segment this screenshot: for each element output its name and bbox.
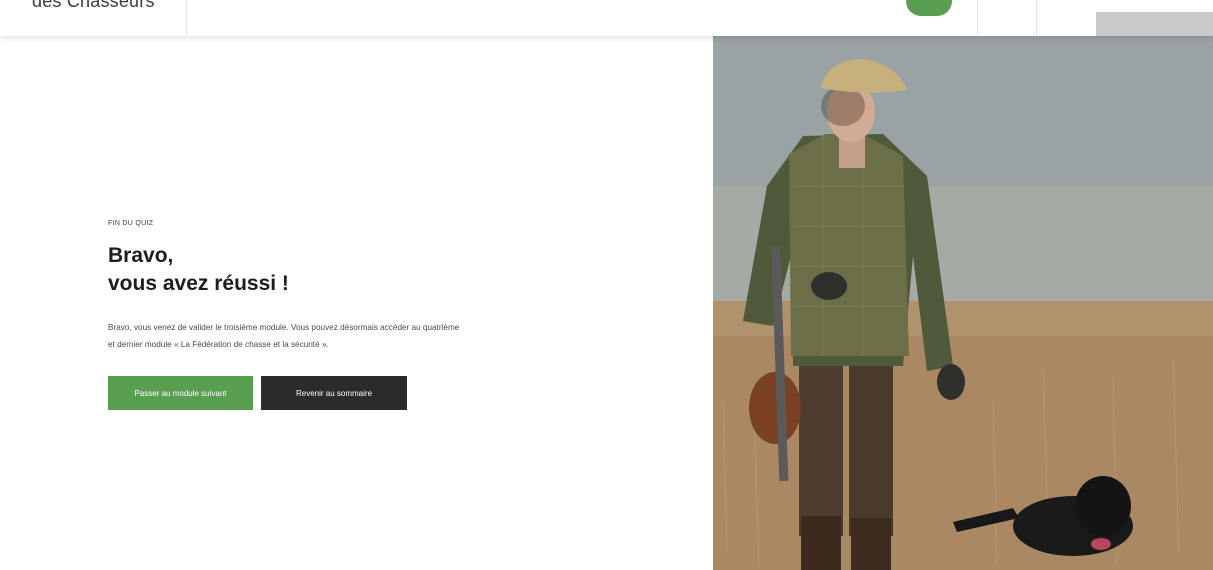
header-divider xyxy=(1036,0,1037,36)
back-to-summary-button[interactable]: Revenir au sommaire xyxy=(261,376,407,410)
quiz-result-title: Bravo, vous avez réussi ! xyxy=(104,242,289,298)
next-module-button[interactable]: Passer au module suivant xyxy=(108,376,253,410)
title-highlight: Bravo, xyxy=(104,242,177,270)
site-header: des Chasseurs xyxy=(0,0,1213,36)
body-line: et dernier module « La Fédération de cha… xyxy=(108,340,329,349)
quiz-result-text: Bravo, vous venez de valider le troisièm… xyxy=(108,319,578,353)
header-divider xyxy=(186,0,187,36)
header-menu-block[interactable] xyxy=(1096,12,1213,36)
title-rest: vous avez réussi ! xyxy=(108,272,289,295)
header-divider xyxy=(977,0,978,36)
hunter-photo xyxy=(713,36,1213,570)
quiz-eyebrow: FIN DU QUIZ xyxy=(108,220,154,227)
header-cta-button[interactable] xyxy=(906,0,952,16)
body-line: Bravo, vous venez de valider le troisièm… xyxy=(108,323,460,332)
site-logo-text[interactable]: des Chasseurs xyxy=(32,0,155,12)
